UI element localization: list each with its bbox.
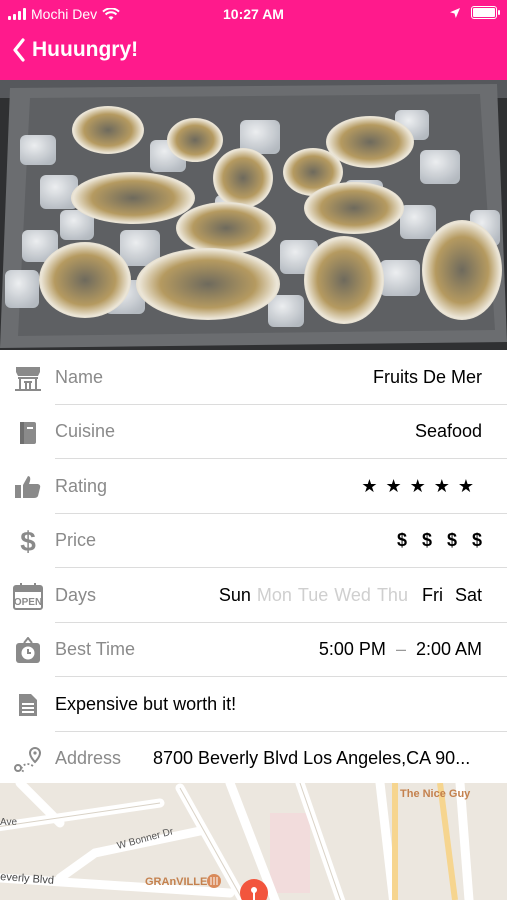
cuisine-row: Cuisine Seafood bbox=[0, 405, 507, 459]
cuisine-label: Cuisine bbox=[55, 421, 116, 442]
svg-text:OPEN: OPEN bbox=[14, 597, 42, 608]
days-label: Days bbox=[55, 584, 97, 605]
day-wed: Wed bbox=[334, 584, 371, 605]
top-bar: Mochi Dev 10:27 AM Huuungry! bbox=[0, 0, 507, 80]
restaurant-details: Name Fruits De Mer Cuisine Seafood Ratin… bbox=[0, 350, 507, 786]
clock: 10:27 AM bbox=[223, 6, 284, 22]
day-mon: Mon bbox=[256, 584, 292, 605]
map-label-ave: Ave bbox=[0, 817, 17, 828]
location-map[interactable]: The Nice Guy Ave W Bonner Dr everly Blvd… bbox=[0, 783, 507, 900]
nav-bar: Huuungry! bbox=[0, 28, 507, 80]
rating-row: Rating ★★★★★ bbox=[0, 459, 507, 514]
open-days: Sun Mon Tue Wed Thu Fri Sat bbox=[219, 585, 482, 606]
map-label-the-nice-guy: The Nice Guy bbox=[400, 788, 471, 800]
back-button[interactable]: Huuungry! bbox=[12, 38, 138, 62]
price-symbol: $ bbox=[471, 530, 482, 551]
best-time-start: 5:00 PM bbox=[318, 639, 386, 660]
dollar-icon: $ bbox=[20, 525, 36, 557]
cuisine-value: Seafood bbox=[414, 421, 482, 442]
route-pin-icon bbox=[13, 746, 43, 774]
rating-label: Rating bbox=[55, 475, 108, 496]
best-time-end: 2:00 AM bbox=[415, 639, 482, 660]
best-time-row: Best Time 5:00 PM – 2:00 AM bbox=[0, 623, 507, 677]
open-calendar-icon: OPEN bbox=[13, 582, 43, 610]
rating-stars-text: ★★★★★ bbox=[361, 475, 482, 496]
map-canvas: The Nice Guy Ave W Bonner Dr everly Blvd… bbox=[0, 783, 507, 900]
storefront-icon bbox=[13, 364, 43, 392]
day-fri: Fri bbox=[421, 584, 443, 605]
address-value: 8700 Beverly Blvd Los Angeles,CA 90... bbox=[153, 748, 471, 769]
best-time-separator: – bbox=[395, 639, 406, 660]
restaurant-photo bbox=[0, 80, 507, 350]
status-bar: Mochi Dev 10:27 AM bbox=[0, 0, 507, 28]
day-sat: Sat bbox=[454, 584, 482, 605]
day-tue: Tue bbox=[297, 584, 329, 605]
note-text: Expensive but worth it! bbox=[55, 693, 237, 714]
price-label: Price bbox=[55, 530, 97, 551]
price-symbol: $ bbox=[421, 530, 432, 551]
days-row: OPEN Days Sun Mon Tue Wed Thu Fri Sat bbox=[0, 568, 507, 623]
price-level: $ $ $ $ bbox=[397, 530, 482, 551]
nav-title: Huuungry! bbox=[32, 38, 139, 61]
note-document-icon bbox=[13, 691, 43, 719]
address-label: Address bbox=[55, 748, 122, 769]
map-label-granville: GRAnVILLE bbox=[145, 876, 207, 888]
day-thu: Thu bbox=[376, 584, 408, 605]
battery-icon bbox=[471, 6, 500, 19]
address-row[interactable]: Address 8700 Beverly Blvd Los Angeles,CA… bbox=[0, 732, 507, 787]
oysters-image bbox=[0, 80, 507, 350]
note-row: Expensive but worth it! bbox=[0, 677, 507, 732]
location-arrow-icon bbox=[450, 7, 460, 18]
day-sun: Sun bbox=[218, 584, 251, 605]
price-symbol: $ bbox=[396, 530, 407, 551]
name-label: Name bbox=[55, 366, 104, 387]
restaurant-poi-icon bbox=[207, 874, 221, 888]
name-row: Name Fruits De Mer bbox=[0, 350, 507, 405]
best-time-label: Best Time bbox=[55, 639, 136, 660]
price-symbol: $ bbox=[446, 530, 457, 551]
price-row: $ Price $ $ $ $ bbox=[0, 514, 507, 568]
menu-book-icon bbox=[13, 419, 43, 447]
best-time-range: 5:00 PM – 2:00 AM bbox=[319, 639, 482, 660]
thumbs-up-icon bbox=[13, 473, 43, 501]
chevron-left-icon bbox=[13, 38, 25, 62]
alarm-clock-icon bbox=[13, 636, 43, 665]
rating-stars: ★★★★★ bbox=[361, 476, 482, 497]
name-value: Fruits De Mer bbox=[372, 366, 482, 387]
